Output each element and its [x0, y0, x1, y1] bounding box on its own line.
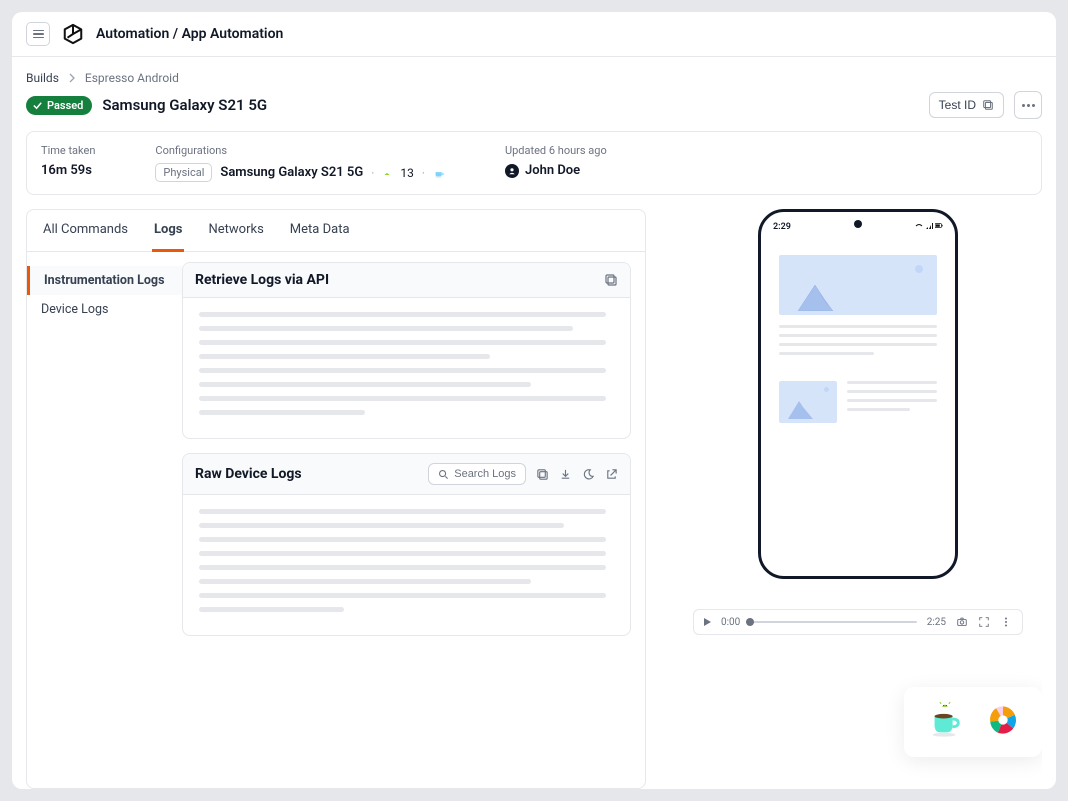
tab-meta-data[interactable]: Meta Data — [288, 210, 352, 251]
play-icon[interactable] — [704, 618, 711, 626]
espresso-icon — [926, 701, 964, 743]
page-title: Samsung Galaxy S21 5G — [102, 96, 267, 114]
tabs: All Commands Logs Networks Meta Data — [27, 210, 645, 252]
updated-label: Updated 6 hours ago — [505, 144, 607, 157]
menu-button[interactable] — [26, 22, 50, 46]
card-title: Retrieve Logs via API — [195, 272, 329, 288]
player-track[interactable] — [750, 621, 916, 623]
config-label: Configurations — [155, 144, 445, 157]
tab-logs[interactable]: Logs — [152, 210, 184, 252]
copy-icon[interactable] — [604, 273, 618, 287]
copy-icon[interactable] — [536, 468, 549, 481]
player-current-time: 0:00 — [721, 617, 740, 628]
more-vertical-icon[interactable] — [1000, 616, 1012, 628]
device-preview: 2:29 — [758, 209, 958, 579]
aperture-icon — [986, 703, 1020, 741]
test-id-button[interactable]: Test ID — [929, 92, 1004, 118]
tab-all-commands[interactable]: All Commands — [41, 210, 130, 251]
video-player[interactable]: 0:00 2:25 — [693, 609, 1023, 635]
log-placeholder-lines — [199, 312, 614, 415]
status-badge: Passed — [26, 96, 92, 115]
phone-camera-icon — [854, 220, 862, 228]
copy-icon — [982, 99, 994, 111]
integration-icons-card — [904, 687, 1042, 757]
phone-status-icons — [915, 222, 944, 233]
run-metadata: Time taken 16m 59s Configurations Physic… — [26, 131, 1042, 195]
breadcrumb-root[interactable]: Builds — [26, 71, 59, 85]
breadcrumb-leaf[interactable]: Espresso Android — [85, 71, 179, 85]
more-options-button[interactable] — [1014, 91, 1042, 119]
search-icon — [438, 469, 449, 480]
sidebar-item-instrumentation[interactable]: Instrumentation Logs — [27, 266, 182, 295]
app-logo — [62, 23, 84, 45]
fullscreen-icon[interactable] — [978, 616, 990, 628]
search-logs-button[interactable]: Search Logs — [428, 463, 526, 485]
android-icon — [382, 168, 392, 178]
chevron-right-icon — [67, 73, 77, 83]
player-total-time: 2:25 — [927, 617, 946, 628]
tab-networks[interactable]: Networks — [206, 210, 265, 251]
config-device: Samsung Galaxy S21 5G — [220, 165, 363, 180]
config-chip: Physical — [155, 163, 212, 182]
page-path: Automation / App Automation — [96, 26, 283, 42]
card-retrieve-logs-api: Retrieve Logs via API — [182, 262, 631, 439]
log-placeholder-lines — [199, 509, 614, 612]
phone-time: 2:29 — [773, 222, 791, 233]
time-value: 16m 59s — [41, 163, 95, 178]
dark-mode-icon[interactable] — [582, 468, 595, 481]
updated-by-user: John Doe — [505, 163, 607, 178]
camera-icon[interactable] — [956, 616, 968, 628]
download-icon[interactable] — [559, 468, 572, 481]
external-link-icon[interactable] — [605, 468, 618, 481]
sidebar-item-device-logs[interactable]: Device Logs — [27, 295, 182, 324]
avatar — [505, 164, 519, 178]
espresso-cup-icon — [433, 167, 445, 179]
time-label: Time taken — [41, 144, 95, 157]
card-title: Raw Device Logs — [195, 466, 302, 482]
breadcrumb: Builds Espresso Android — [26, 71, 1042, 85]
more-horizontal-icon — [1022, 104, 1035, 107]
card-raw-device-logs: Raw Device Logs Search Logs — [182, 453, 631, 636]
config-os-version: 13 — [400, 166, 414, 180]
check-icon — [32, 100, 43, 111]
